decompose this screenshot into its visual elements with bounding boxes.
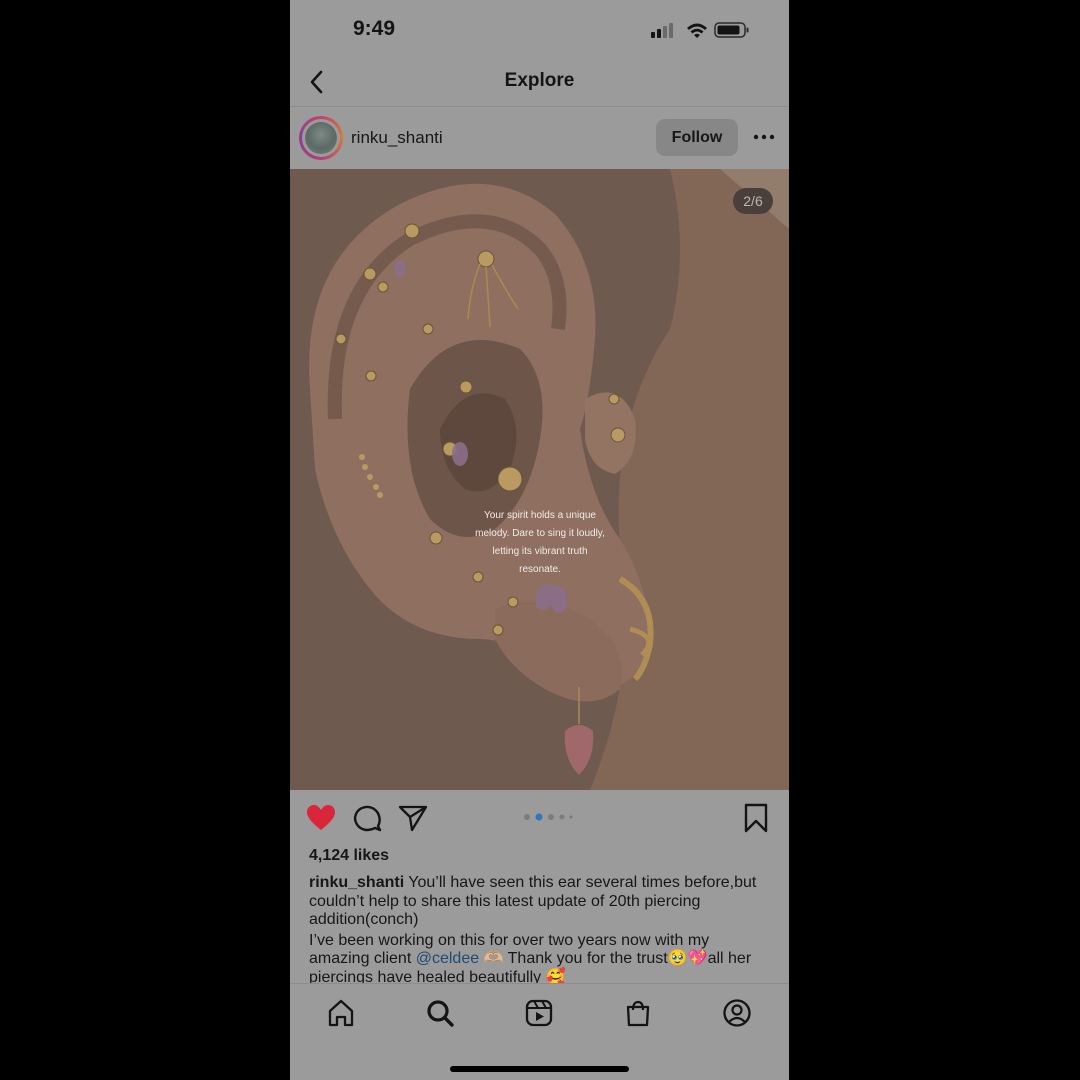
caption-mention[interactable]: @celdee <box>416 950 479 967</box>
image-overlay-text: Your spirit holds a unique melody. Dare … <box>475 510 605 575</box>
send-icon[interactable] <box>397 802 429 834</box>
home-icon[interactable] <box>326 998 356 1028</box>
caption-username[interactable]: rinku_shanti <box>309 874 404 891</box>
signal-icon <box>651 23 673 38</box>
post-header: rinku_shanti Follow <box>290 107 789 169</box>
carousel-dots <box>524 813 573 821</box>
shop-icon[interactable] <box>623 998 653 1028</box>
search-icon[interactable] <box>425 998 455 1028</box>
page-title: Explore <box>504 70 575 91</box>
likes-count[interactable]: 4,124 likes <box>309 847 389 865</box>
ear-photo <box>290 169 789 790</box>
battery-icon <box>714 22 749 38</box>
carousel-counter: 2/6 <box>733 188 773 214</box>
status-icons <box>651 22 749 38</box>
ellipsis-icon[interactable] <box>752 125 776 149</box>
follow-button[interactable]: Follow <box>656 119 738 156</box>
wifi-icon <box>687 23 707 38</box>
post-actions <box>290 790 789 845</box>
home-indicator[interactable] <box>450 1066 629 1072</box>
status-time: 9:49 <box>353 17 396 40</box>
profile-icon[interactable] <box>722 998 752 1028</box>
reels-icon[interactable] <box>524 998 554 1028</box>
bookmark-icon[interactable] <box>740 802 772 834</box>
avatar[interactable] <box>299 116 343 160</box>
post-image[interactable]: 2/6 Your spirit holds a unique melody. D… <box>290 169 789 790</box>
status-bar: 9:49 <box>290 0 789 58</box>
phone-screen: 9:49 Explore rinku_shanti Follow 2/6 You… <box>290 0 789 1080</box>
heart-icon[interactable] <box>305 802 337 834</box>
comment-icon[interactable] <box>351 802 383 834</box>
tab-bar <box>290 983 789 1080</box>
nav-bar: Explore <box>290 58 789 107</box>
post-caption: rinku_shanti You’ll have seen this ear s… <box>309 874 769 984</box>
post-username[interactable]: rinku_shanti <box>351 128 443 148</box>
